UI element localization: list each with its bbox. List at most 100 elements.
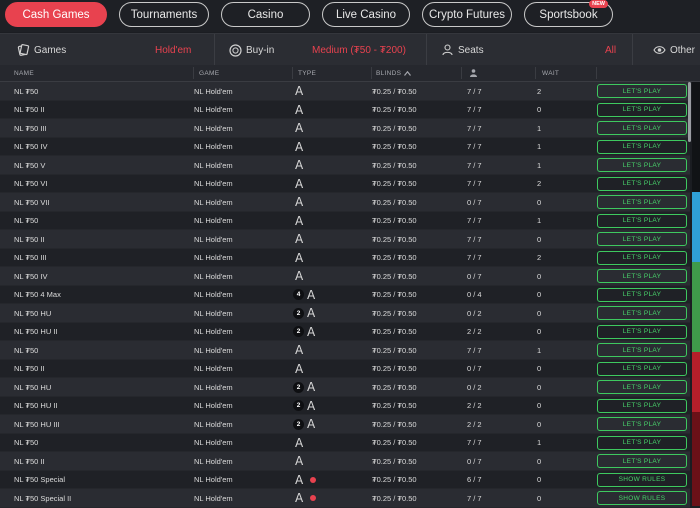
lets-play-button[interactable]: LET'S PLAY xyxy=(597,398,687,413)
lets-play-button[interactable]: LET'S PLAY xyxy=(597,361,687,376)
type-cell: A xyxy=(295,212,303,230)
table-row[interactable]: NL ₮50 HU II NL Hold'em 2 A ₮0.25 / ₮0.50 2 /… xyxy=(0,396,690,415)
table-row[interactable]: NL ₮50 III NL Hold'em A ₮0.25 / ₮0.50 7 / 7 1… xyxy=(0,119,690,138)
table-name: NL ₮50 xyxy=(14,216,39,225)
table-row[interactable]: NL ₮50 Special NL Hold'em A ₮0.25 / ₮0.50 6 … xyxy=(0,470,690,489)
lets-play-button[interactable]: LET'S PLAY xyxy=(597,380,687,394)
table-name: NL ₮50 II xyxy=(14,456,45,466)
table-row[interactable]: NL ₮50 HU II NL Hold'em 2 A ₮0.25 / ₮0.50 2 /… xyxy=(0,322,690,341)
lets-play-button[interactable]: LET'S PLAY xyxy=(597,176,687,191)
column-name[interactable]: NAME xyxy=(14,65,34,81)
table-row[interactable]: NL ₮50 NL Hold'em A ₮0.25 / ₮0.50 7 / 7 2 LET'… xyxy=(0,82,690,101)
table-row[interactable]: NL ₮50 IV NL Hold'em A ₮0.25 / ₮0.50 7 / 7 1 L… xyxy=(0,137,690,156)
lets-play-button[interactable]: LET'S PLAY xyxy=(597,195,687,209)
players: 7 / 7 xyxy=(467,123,482,133)
lets-play-button[interactable]: LET'S PLAY xyxy=(597,417,687,431)
lets-play-button[interactable]: LET'S PLAY xyxy=(597,102,687,117)
scrollbar[interactable] xyxy=(688,82,691,142)
tab-sportsbook[interactable]: Sportsbook NEW xyxy=(524,0,613,27)
table-name: NL ₮50 IV xyxy=(14,271,48,281)
blinds-header-label: BLINDS xyxy=(376,69,402,77)
tab-casino[interactable]: Casino xyxy=(221,2,310,27)
show-rules-button[interactable]: SHOW RULES xyxy=(597,472,687,487)
column-blinds[interactable]: BLINDS xyxy=(376,65,412,81)
wait-count: 0 xyxy=(537,364,542,373)
wait-count: 0 xyxy=(537,327,542,336)
tab-tournaments[interactable]: Tournaments xyxy=(119,2,209,27)
lets-play-button[interactable]: LET'S PLAY xyxy=(597,121,687,135)
table-row[interactable]: NL ₮50 II NL Hold'em A ₮0.25 / ₮0.50 0 / 7 0 L… xyxy=(0,359,690,378)
tab-label: Casino xyxy=(247,8,284,21)
lets-play-button[interactable]: LET'S PLAY xyxy=(597,306,687,320)
tab-cash-games[interactable]: Cash Games xyxy=(5,2,107,27)
column-wait[interactable]: WAIT xyxy=(542,65,559,81)
table-row[interactable]: NL ₮50 II NL Hold'em A ₮0.25 / ₮0.50 0 / 7 0 L… xyxy=(0,452,690,471)
table-row[interactable]: NL ₮50 V NL Hold'em A ₮0.25 / ₮0.50 7 / 7 1 LE… xyxy=(0,156,690,175)
lets-play-button[interactable]: LET'S PLAY xyxy=(597,269,687,283)
table-row[interactable]: NL ₮50 HU NL Hold'em 2 A ₮0.25 / ₮0.50 0 / 2 0… xyxy=(0,378,690,397)
table-row[interactable]: NL ₮50 HU NL Hold'em 2 A ₮0.25 / ₮0.50 0 / 2 0… xyxy=(0,304,690,323)
tab-live-casino[interactable]: Live Casino xyxy=(322,2,410,27)
players: 0 / 7 xyxy=(467,271,482,281)
lets-play-button[interactable]: LET'S PLAY xyxy=(597,343,687,357)
games-label: Games xyxy=(34,44,67,56)
wait-count: 0 xyxy=(537,456,542,466)
games-value[interactable]: Hold'em xyxy=(155,34,191,66)
tab-crypto-futures[interactable]: Crypto Futures xyxy=(422,2,512,27)
wait-count: 1 xyxy=(537,438,542,447)
lets-play-button[interactable]: LET'S PLAY xyxy=(597,324,687,339)
games-filter[interactable]: Games xyxy=(17,34,66,66)
game-type: NL Hold'em xyxy=(194,142,233,151)
blinds: ₮0.25 / ₮0.50 xyxy=(372,290,417,299)
table-row[interactable]: NL ₮50 4 Max NL Hold'em 4 A ₮0.25 / ₮0.50 0 /… xyxy=(0,285,690,304)
type-cell: A xyxy=(295,119,303,137)
type-cell: A xyxy=(295,249,303,267)
show-rules-button[interactable]: SHOW RULES xyxy=(597,491,687,505)
players: 0 / 7 xyxy=(467,456,482,466)
lets-play-button[interactable]: LET'S PLAY xyxy=(597,250,687,265)
other-filter[interactable]: Other xyxy=(653,34,695,66)
divider xyxy=(214,34,215,66)
table-type-icon: A xyxy=(307,287,316,302)
table-row[interactable]: NL ₮50 IV NL Hold'em A ₮0.25 / ₮0.50 0 / 7 0 L… xyxy=(0,267,690,286)
lets-play-button[interactable]: LET'S PLAY xyxy=(597,139,687,154)
players: 0 / 7 xyxy=(467,364,482,373)
table-row[interactable]: NL ₮50 VI NL Hold'em A ₮0.25 / ₮0.50 7 / 7 2 L… xyxy=(0,174,690,193)
table-row[interactable]: NL ₮50 HU III NL Hold'em 2 A ₮0.25 / ₮0.50 2 … xyxy=(0,415,690,434)
table-row[interactable]: NL ₮50 NL Hold'em A ₮0.25 / ₮0.50 7 / 7 1 LET'… xyxy=(0,433,690,452)
table-row[interactable]: NL ₮50 II NL Hold'em A ₮0.25 / ₮0.50 7 / 7 0 L… xyxy=(0,100,690,119)
blinds: ₮0.25 / ₮0.50 xyxy=(372,105,417,114)
lets-play-button[interactable]: LET'S PLAY xyxy=(597,232,687,246)
lets-play-button[interactable]: LET'S PLAY xyxy=(597,435,687,450)
seats-filter[interactable]: Seats xyxy=(442,34,484,66)
lets-play-button[interactable]: LET'S PLAY xyxy=(597,158,687,172)
table-row[interactable]: NL ₮50 II NL Hold'em A ₮0.25 / ₮0.50 7 / 7 0 L… xyxy=(0,230,690,249)
players: 0 / 4 xyxy=(467,290,482,299)
table-row[interactable]: NL ₮50 III NL Hold'em A ₮0.25 / ₮0.50 7 / 7 2… xyxy=(0,248,690,267)
game-type: NL Hold'em xyxy=(194,382,233,392)
column-game[interactable]: GAME xyxy=(199,65,219,81)
table-row[interactable]: NL ₮50 NL Hold'em A ₮0.25 / ₮0.50 7 / 7 1 LET'… xyxy=(0,211,690,230)
lets-play-button[interactable]: LET'S PLAY xyxy=(597,84,687,98)
blinds: ₮0.25 / ₮0.50 xyxy=(372,493,417,503)
table-row[interactable]: NL ₮50 Special II NL Hold'em A ₮0.25 / ₮0.5… xyxy=(0,489,690,508)
type-cell: 2A xyxy=(293,378,315,396)
table-name: NL ₮50 HU xyxy=(14,382,52,392)
lets-play-button[interactable]: LET'S PLAY xyxy=(597,287,687,302)
lets-play-button[interactable]: LET'S PLAY xyxy=(597,454,687,468)
table-name: NL ₮50 HU II xyxy=(14,401,58,410)
buyin-value[interactable]: Medium (₮50 - ₮200) xyxy=(312,34,406,66)
seats-value[interactable]: All xyxy=(605,34,616,66)
tab-label: Live Casino xyxy=(335,8,397,21)
players: 7 / 7 xyxy=(467,160,482,170)
column-players[interactable] xyxy=(470,65,477,81)
column-type[interactable]: TYPE xyxy=(298,65,316,81)
lets-play-button[interactable]: LET'S PLAY xyxy=(597,213,687,228)
table-row[interactable]: NL ₮50 VII NL Hold'em A ₮0.25 / ₮0.50 0 / 7 0… xyxy=(0,193,690,212)
table-type-icon: A xyxy=(307,380,316,394)
table-row[interactable]: NL ₮50 NL Hold'em A ₮0.25 / ₮0.50 7 / 7 1 LET'… xyxy=(0,341,690,360)
type-cell: 2A xyxy=(293,415,315,433)
wait-count: 2 xyxy=(537,253,542,262)
buyin-filter[interactable]: Buy-in xyxy=(229,34,274,66)
column-divider xyxy=(193,67,194,79)
